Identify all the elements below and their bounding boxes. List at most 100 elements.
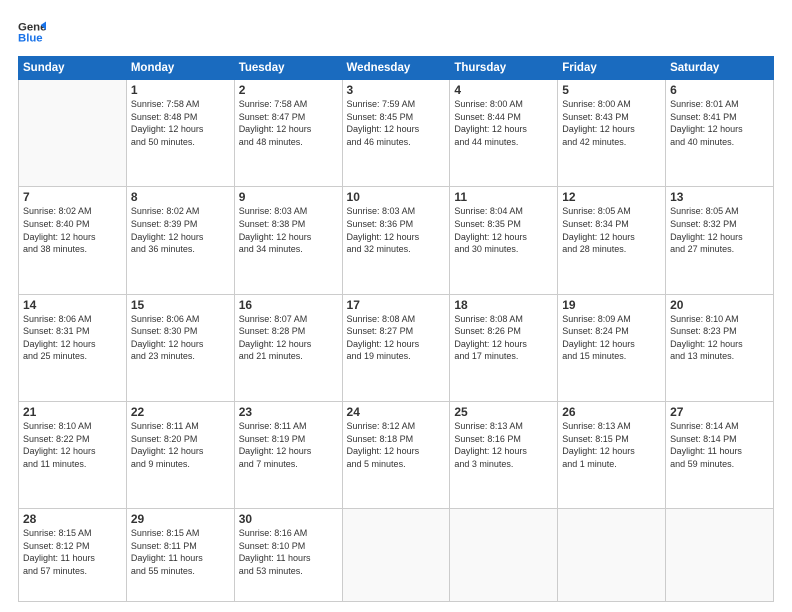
day-number: 12 <box>562 190 661 204</box>
weekday-header-monday: Monday <box>126 57 234 80</box>
day-info: Sunrise: 8:00 AM Sunset: 8:44 PM Dayligh… <box>454 98 553 148</box>
calendar-cell: 14Sunrise: 8:06 AM Sunset: 8:31 PM Dayli… <box>19 294 127 401</box>
calendar-week-row: 7Sunrise: 8:02 AM Sunset: 8:40 PM Daylig… <box>19 187 774 294</box>
day-info: Sunrise: 8:11 AM Sunset: 8:19 PM Dayligh… <box>239 420 338 470</box>
calendar-cell: 28Sunrise: 8:15 AM Sunset: 8:12 PM Dayli… <box>19 509 127 602</box>
day-number: 8 <box>131 190 230 204</box>
day-info: Sunrise: 8:14 AM Sunset: 8:14 PM Dayligh… <box>670 420 769 470</box>
calendar-cell: 18Sunrise: 8:08 AM Sunset: 8:26 PM Dayli… <box>450 294 558 401</box>
calendar-cell: 25Sunrise: 8:13 AM Sunset: 8:16 PM Dayli… <box>450 401 558 508</box>
calendar-table: SundayMondayTuesdayWednesdayThursdayFrid… <box>18 56 774 602</box>
calendar-cell: 16Sunrise: 8:07 AM Sunset: 8:28 PM Dayli… <box>234 294 342 401</box>
day-number: 26 <box>562 405 661 419</box>
day-number: 27 <box>670 405 769 419</box>
calendar-week-row: 14Sunrise: 8:06 AM Sunset: 8:31 PM Dayli… <box>19 294 774 401</box>
calendar-cell: 13Sunrise: 8:05 AM Sunset: 8:32 PM Dayli… <box>666 187 774 294</box>
day-number: 9 <box>239 190 338 204</box>
day-number: 6 <box>670 83 769 97</box>
calendar-cell: 22Sunrise: 8:11 AM Sunset: 8:20 PM Dayli… <box>126 401 234 508</box>
day-number: 16 <box>239 298 338 312</box>
day-number: 20 <box>670 298 769 312</box>
day-info: Sunrise: 8:08 AM Sunset: 8:26 PM Dayligh… <box>454 313 553 363</box>
day-number: 24 <box>347 405 446 419</box>
calendar-cell: 8Sunrise: 8:02 AM Sunset: 8:39 PM Daylig… <box>126 187 234 294</box>
day-info: Sunrise: 8:00 AM Sunset: 8:43 PM Dayligh… <box>562 98 661 148</box>
calendar-cell: 3Sunrise: 7:59 AM Sunset: 8:45 PM Daylig… <box>342 80 450 187</box>
calendar-week-row: 21Sunrise: 8:10 AM Sunset: 8:22 PM Dayli… <box>19 401 774 508</box>
day-number: 23 <box>239 405 338 419</box>
calendar-cell: 27Sunrise: 8:14 AM Sunset: 8:14 PM Dayli… <box>666 401 774 508</box>
weekday-header-row: SundayMondayTuesdayWednesdayThursdayFrid… <box>19 57 774 80</box>
day-number: 19 <box>562 298 661 312</box>
day-info: Sunrise: 8:05 AM Sunset: 8:32 PM Dayligh… <box>670 205 769 255</box>
calendar-cell: 23Sunrise: 8:11 AM Sunset: 8:19 PM Dayli… <box>234 401 342 508</box>
calendar-cell: 20Sunrise: 8:10 AM Sunset: 8:23 PM Dayli… <box>666 294 774 401</box>
calendar-cell <box>342 509 450 602</box>
day-info: Sunrise: 7:59 AM Sunset: 8:45 PM Dayligh… <box>347 98 446 148</box>
day-number: 11 <box>454 190 553 204</box>
day-number: 15 <box>131 298 230 312</box>
day-number: 29 <box>131 512 230 526</box>
day-number: 18 <box>454 298 553 312</box>
day-number: 10 <box>347 190 446 204</box>
weekday-header-sunday: Sunday <box>19 57 127 80</box>
day-number: 30 <box>239 512 338 526</box>
day-info: Sunrise: 8:12 AM Sunset: 8:18 PM Dayligh… <box>347 420 446 470</box>
day-number: 1 <box>131 83 230 97</box>
day-info: Sunrise: 8:10 AM Sunset: 8:22 PM Dayligh… <box>23 420 122 470</box>
calendar-cell: 12Sunrise: 8:05 AM Sunset: 8:34 PM Dayli… <box>558 187 666 294</box>
day-info: Sunrise: 8:15 AM Sunset: 8:12 PM Dayligh… <box>23 527 122 577</box>
day-number: 14 <box>23 298 122 312</box>
calendar-cell: 2Sunrise: 7:58 AM Sunset: 8:47 PM Daylig… <box>234 80 342 187</box>
day-info: Sunrise: 8:13 AM Sunset: 8:15 PM Dayligh… <box>562 420 661 470</box>
weekday-header-saturday: Saturday <box>666 57 774 80</box>
day-info: Sunrise: 8:03 AM Sunset: 8:38 PM Dayligh… <box>239 205 338 255</box>
day-info: Sunrise: 8:16 AM Sunset: 8:10 PM Dayligh… <box>239 527 338 577</box>
day-number: 22 <box>131 405 230 419</box>
calendar-cell: 24Sunrise: 8:12 AM Sunset: 8:18 PM Dayli… <box>342 401 450 508</box>
page: General Blue SundayMondayTuesdayWednesda… <box>0 0 792 612</box>
calendar-cell: 15Sunrise: 8:06 AM Sunset: 8:30 PM Dayli… <box>126 294 234 401</box>
day-number: 17 <box>347 298 446 312</box>
calendar-cell: 5Sunrise: 8:00 AM Sunset: 8:43 PM Daylig… <box>558 80 666 187</box>
header: General Blue <box>18 18 774 46</box>
calendar-cell: 29Sunrise: 8:15 AM Sunset: 8:11 PM Dayli… <box>126 509 234 602</box>
day-info: Sunrise: 8:01 AM Sunset: 8:41 PM Dayligh… <box>670 98 769 148</box>
calendar-cell <box>19 80 127 187</box>
calendar-cell: 10Sunrise: 8:03 AM Sunset: 8:36 PM Dayli… <box>342 187 450 294</box>
day-number: 25 <box>454 405 553 419</box>
day-info: Sunrise: 8:06 AM Sunset: 8:31 PM Dayligh… <box>23 313 122 363</box>
calendar-cell: 21Sunrise: 8:10 AM Sunset: 8:22 PM Dayli… <box>19 401 127 508</box>
calendar-cell: 6Sunrise: 8:01 AM Sunset: 8:41 PM Daylig… <box>666 80 774 187</box>
day-info: Sunrise: 8:04 AM Sunset: 8:35 PM Dayligh… <box>454 205 553 255</box>
calendar-cell: 11Sunrise: 8:04 AM Sunset: 8:35 PM Dayli… <box>450 187 558 294</box>
day-info: Sunrise: 8:02 AM Sunset: 8:39 PM Dayligh… <box>131 205 230 255</box>
day-number: 5 <box>562 83 661 97</box>
day-number: 3 <box>347 83 446 97</box>
calendar-cell <box>666 509 774 602</box>
svg-text:General: General <box>18 21 46 33</box>
day-info: Sunrise: 8:10 AM Sunset: 8:23 PM Dayligh… <box>670 313 769 363</box>
weekday-header-wednesday: Wednesday <box>342 57 450 80</box>
day-number: 13 <box>670 190 769 204</box>
day-info: Sunrise: 8:06 AM Sunset: 8:30 PM Dayligh… <box>131 313 230 363</box>
calendar-week-row: 1Sunrise: 7:58 AM Sunset: 8:48 PM Daylig… <box>19 80 774 187</box>
day-info: Sunrise: 8:08 AM Sunset: 8:27 PM Dayligh… <box>347 313 446 363</box>
calendar-week-row: 28Sunrise: 8:15 AM Sunset: 8:12 PM Dayli… <box>19 509 774 602</box>
day-number: 4 <box>454 83 553 97</box>
day-info: Sunrise: 8:07 AM Sunset: 8:28 PM Dayligh… <box>239 313 338 363</box>
day-info: Sunrise: 8:15 AM Sunset: 8:11 PM Dayligh… <box>131 527 230 577</box>
day-info: Sunrise: 7:58 AM Sunset: 8:48 PM Dayligh… <box>131 98 230 148</box>
day-info: Sunrise: 8:13 AM Sunset: 8:16 PM Dayligh… <box>454 420 553 470</box>
weekday-header-friday: Friday <box>558 57 666 80</box>
day-number: 21 <box>23 405 122 419</box>
day-info: Sunrise: 8:03 AM Sunset: 8:36 PM Dayligh… <box>347 205 446 255</box>
calendar-cell: 4Sunrise: 8:00 AM Sunset: 8:44 PM Daylig… <box>450 80 558 187</box>
calendar-cell: 17Sunrise: 8:08 AM Sunset: 8:27 PM Dayli… <box>342 294 450 401</box>
calendar-cell: 26Sunrise: 8:13 AM Sunset: 8:15 PM Dayli… <box>558 401 666 508</box>
weekday-header-tuesday: Tuesday <box>234 57 342 80</box>
day-info: Sunrise: 8:05 AM Sunset: 8:34 PM Dayligh… <box>562 205 661 255</box>
svg-text:Blue: Blue <box>18 33 43 45</box>
day-info: Sunrise: 7:58 AM Sunset: 8:47 PM Dayligh… <box>239 98 338 148</box>
day-number: 2 <box>239 83 338 97</box>
